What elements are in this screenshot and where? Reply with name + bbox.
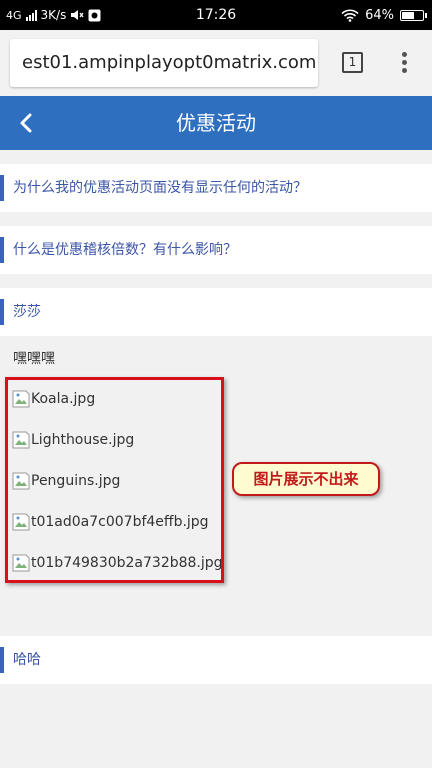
- section-title: 哈哈: [13, 652, 41, 668]
- tab-switcher-button[interactable]: 1: [342, 52, 363, 73]
- faq-question: 什么是优惠稽核倍数？有什么影响？: [13, 242, 237, 258]
- faq-question: 为什么我的优惠活动页面没有显示任何的活动？: [13, 180, 307, 196]
- faq-item[interactable]: 为什么我的优惠活动页面没有显示任何的活动？: [0, 164, 432, 212]
- section-title: 莎莎: [13, 304, 41, 320]
- accent-bar: [0, 175, 4, 201]
- app-header: 优惠活动: [0, 96, 432, 150]
- accent-bar: [0, 237, 4, 263]
- section-header[interactable]: 哈哈: [0, 636, 432, 684]
- status-bar: 4G 3K/s 17:26 64%: [0, 0, 432, 30]
- content-heading: 嘿嘿嘿: [13, 351, 55, 367]
- section-header[interactable]: 莎莎: [0, 288, 432, 336]
- battery-icon: [400, 9, 427, 21]
- back-button[interactable]: [12, 108, 42, 138]
- overflow-menu-icon[interactable]: [394, 50, 414, 76]
- annotation-callout: 图片展示不出来: [232, 462, 380, 496]
- annotation-highlight-box: [5, 377, 224, 583]
- battery-percent: 64%: [365, 7, 394, 23]
- url-bar[interactable]: est01.ampinplayopt0matrix.com: [10, 39, 318, 87]
- browser-toolbar: est01.ampinplayopt0matrix.com 1: [0, 30, 432, 96]
- faq-item[interactable]: 什么是优惠稽核倍数？有什么影响？: [0, 226, 432, 274]
- page-title: 优惠活动: [176, 111, 256, 135]
- accent-bar: [0, 299, 4, 325]
- status-right: 64%: [341, 0, 427, 30]
- battery-level: [402, 11, 415, 19]
- wifi-icon: [341, 9, 359, 22]
- chevron-left-icon: [20, 113, 32, 133]
- accent-bar: [0, 647, 4, 673]
